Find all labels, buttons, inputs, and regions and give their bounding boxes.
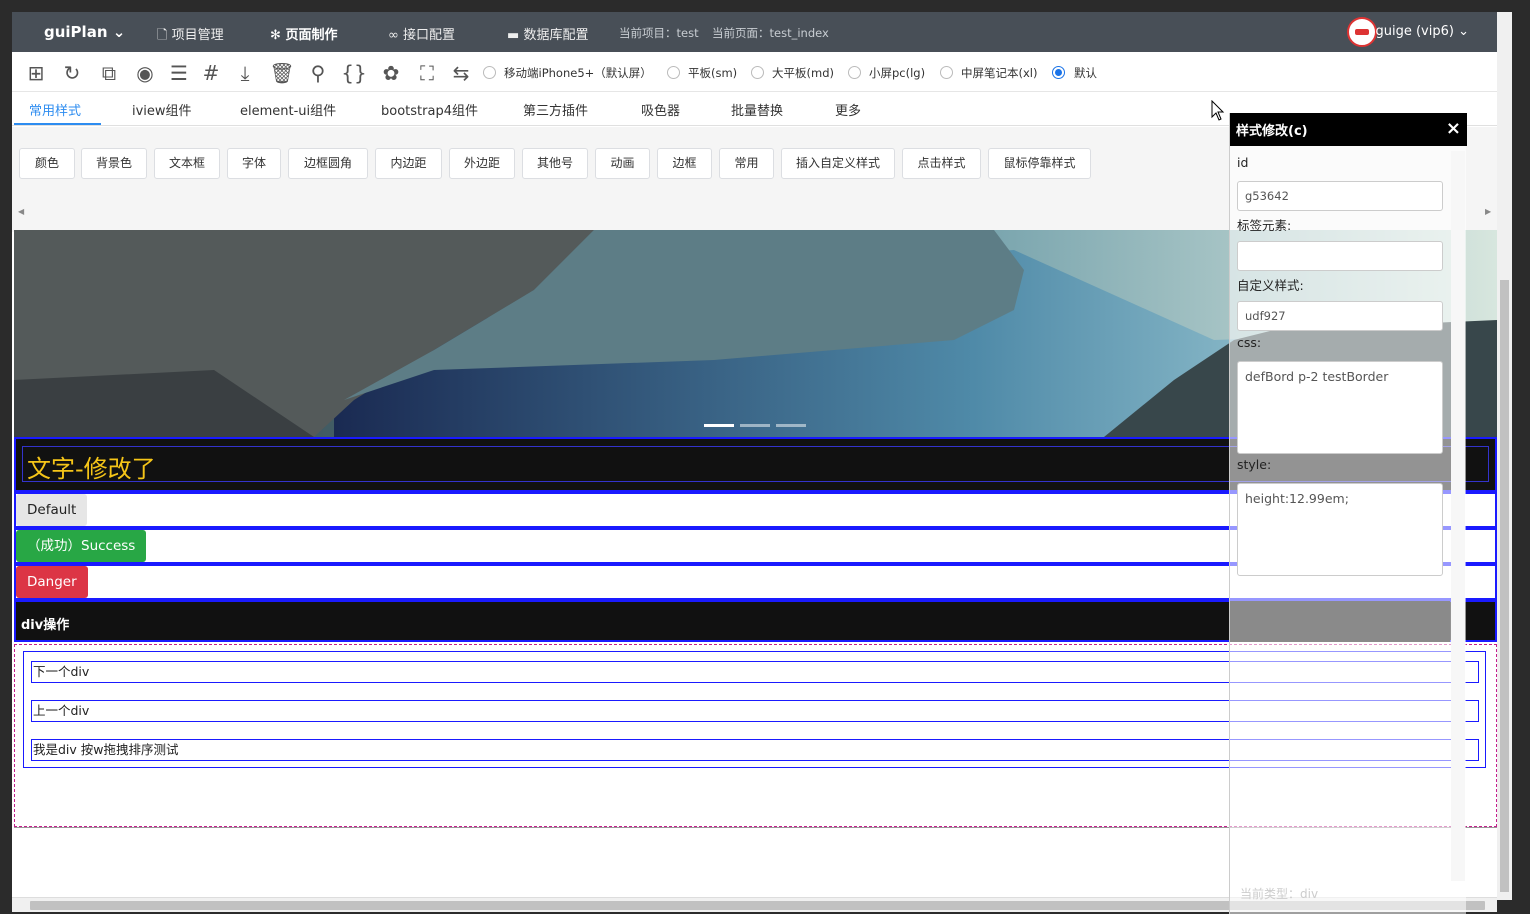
nav-project-management[interactable]: 🗋 项目管理 [157, 24, 224, 48]
nav-db-config[interactable]: ▬ 数据库配置 [507, 24, 588, 43]
left-desktop-strip [0, 0, 12, 914]
id-input[interactable]: g53642 [1237, 181, 1443, 211]
radio-default-label: 默认 [1074, 66, 1097, 80]
current-page: 当前页面：test_index [712, 26, 829, 40]
radio-xl-label: 中屏笔记本(xl) [961, 66, 1038, 80]
tab-iview[interactable]: iview组件 [132, 100, 192, 119]
radio-xl[interactable] [940, 66, 953, 79]
tools-icon: ✻ [270, 28, 281, 43]
list-icon[interactable]: ☰ [166, 60, 192, 86]
css-textarea[interactable]: defBord p-2 testBorder [1237, 361, 1443, 454]
vertical-scrollbar[interactable] [1497, 12, 1512, 900]
default-button[interactable]: Default [16, 494, 88, 526]
style-btn-hover[interactable]: 鼠标停靠样式 [988, 148, 1091, 179]
tab-more[interactable]: 更多 [835, 100, 861, 119]
style-btn-textbox[interactable]: 文本框 [154, 148, 220, 179]
radio-iphone5[interactable] [483, 66, 496, 79]
tab-bootstrap4[interactable]: bootstrap4组件 [381, 100, 478, 119]
div-ops-header-label: div操作 [21, 618, 70, 633]
trash-icon[interactable]: 🗑 [269, 60, 295, 86]
swap-icon[interactable]: ⇆ [448, 60, 474, 86]
style-btn-bg-color[interactable]: 背景色 [81, 148, 147, 179]
style-textarea[interactable]: height:12.99em; [1237, 483, 1443, 576]
panel-title: 样式修改(c) [1236, 124, 1308, 139]
style-btn-border-radius[interactable]: 边框圆角 [288, 148, 368, 179]
style-btn-animation[interactable]: 动画 [595, 148, 650, 179]
chevron-down-icon: ⌄ [112, 23, 126, 41]
style-btn-other[interactable]: 其他号 [522, 148, 588, 179]
eye-icon[interactable]: ◉ [132, 60, 158, 86]
user-menu[interactable]: guige (vip6) ⌄ [1375, 24, 1469, 39]
style-btn-font[interactable]: 字体 [227, 148, 281, 179]
title-text: 文字-修改了 [27, 455, 156, 483]
vertical-scroll-thumb[interactable] [1500, 280, 1509, 892]
css-label: css: [1237, 335, 1262, 350]
file-icon: 🗋 [157, 28, 168, 43]
radio-md[interactable] [751, 66, 764, 79]
style-edit-panel: 样式修改(c) × id g53642 标签元素: 自定义样式: udf927 … [1229, 113, 1467, 914]
radio-sm-label: 平板(sm) [688, 66, 738, 80]
radio-sm[interactable] [667, 66, 680, 79]
copy-icon[interactable]: ⧉ [96, 60, 122, 86]
tab-color-picker[interactable]: 吸色器 [641, 100, 680, 119]
style-btn-common[interactable]: 常用 [719, 148, 774, 179]
radio-default[interactable] [1052, 66, 1065, 79]
style-btn-insert-custom[interactable]: 插入自定义样式 [781, 148, 895, 179]
carousel-dot-1[interactable] [704, 424, 734, 427]
tab-common-styles[interactable]: 常用样式 [29, 100, 81, 119]
avatar[interactable] [1347, 17, 1377, 47]
fullscreen-icon[interactable]: ⛶ [414, 60, 440, 86]
hash-icon[interactable]: # [198, 60, 224, 86]
tab-batch-replace[interactable]: 批量替换 [731, 100, 783, 119]
current-project: 当前项目：test [619, 26, 699, 40]
nav-page-making[interactable]: ✻ 页面制作 [270, 24, 337, 43]
tag-label: 标签元素: [1237, 218, 1292, 233]
carousel-dot-3[interactable] [776, 424, 806, 427]
brand-menu[interactable]: guiPlan ⌄ [44, 23, 125, 41]
database-icon: ▬ [507, 28, 520, 43]
top-navbar: guiPlan ⌄ 🗋 项目管理 ✻ 页面制作 ∞ 接口配置 ▬ 数据库配置 当… [12, 12, 1497, 52]
success-button[interactable]: （成功）Success [16, 530, 147, 562]
nav-api-config[interactable]: ∞ 接口配置 [388, 24, 455, 43]
broom-icon[interactable]: ⚲ [305, 60, 331, 86]
scroll-right-icon[interactable]: ▶ [1485, 207, 1491, 216]
download-icon[interactable]: ⤓ [232, 60, 258, 86]
tab-element-ui[interactable]: element-ui组件 [240, 100, 336, 119]
braces-icon[interactable]: {} [341, 60, 367, 86]
panel-scrollbar[interactable] [1451, 151, 1465, 881]
carousel-dot-2[interactable] [740, 424, 770, 427]
panel-gray-band [1230, 601, 1450, 642]
panel-header: 样式修改(c) × [1230, 113, 1467, 146]
danger-button[interactable]: Danger [16, 566, 88, 598]
close-icon[interactable]: × [1446, 118, 1461, 139]
id-label: id [1237, 155, 1249, 170]
style-btn-color[interactable]: 颜色 [19, 148, 75, 179]
panel-current-type: 当前类型：div [1240, 887, 1319, 901]
radio-lg[interactable] [848, 66, 861, 79]
scroll-left-icon[interactable]: ◀ [18, 207, 24, 216]
add-box-icon[interactable]: ⊞ [23, 60, 49, 86]
radio-lg-label: 小屏pc(lg) [869, 66, 926, 80]
style-btn-border[interactable]: 边框 [657, 148, 712, 179]
tab-third-party[interactable]: 第三方插件 [523, 100, 588, 119]
mouse-cursor-icon [1211, 100, 1225, 121]
toolbar: ⊞ ↻ ⧉ ◉ ☰ # ⤓ 🗑 ⚲ {} ✿ ⛶ ⇆ 移动端iPhone5+（默… [12, 52, 1497, 92]
chevron-down-icon: ⌄ [1458, 24, 1469, 39]
style-btn-padding[interactable]: 内边距 [375, 148, 442, 179]
style-btn-margin[interactable]: 外边距 [449, 148, 515, 179]
link-icon: ∞ [388, 28, 399, 43]
active-tab-indicator [14, 123, 101, 125]
palette-icon[interactable]: ✿ [378, 60, 404, 86]
radio-iphone5-label: 移动端iPhone5+（默认屏） [504, 66, 652, 80]
tag-input[interactable] [1237, 241, 1443, 271]
custom-style-input[interactable]: udf927 [1237, 301, 1443, 331]
custom-style-label: 自定义样式: [1237, 278, 1304, 293]
style-btn-click[interactable]: 点击样式 [902, 148, 981, 179]
refresh-icon[interactable]: ↻ [59, 60, 85, 86]
radio-md-label: 大平板(md) [772, 66, 834, 80]
style-label: style: [1237, 457, 1272, 472]
